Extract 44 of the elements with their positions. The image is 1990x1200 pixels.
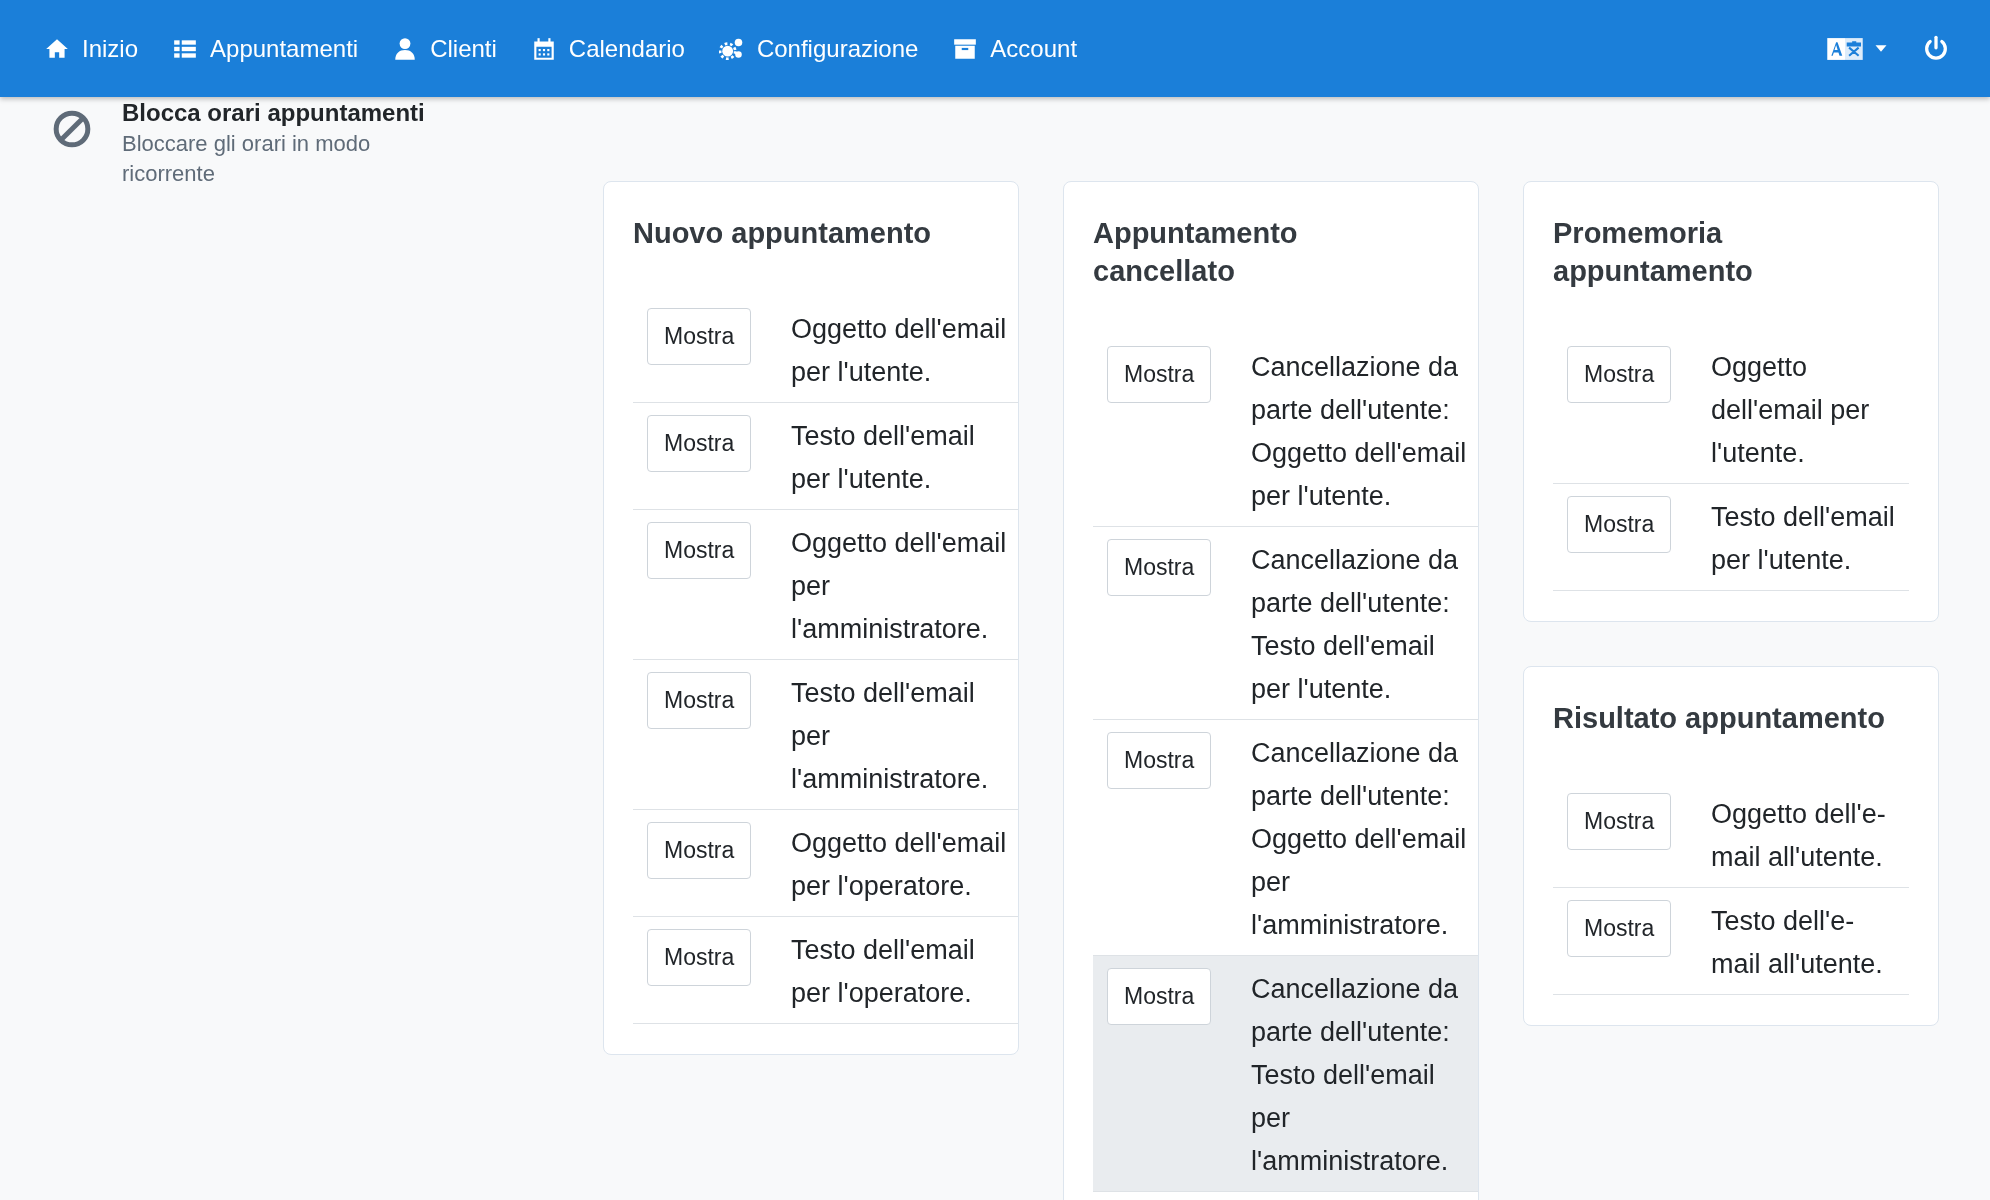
show-button[interactable]: Mostra: [1107, 732, 1212, 789]
nav-link[interactable]: Clienti: [392, 34, 497, 63]
show-button[interactable]: Mostra: [647, 822, 752, 879]
card-title: Appuntamento cancellato: [1093, 216, 1299, 289]
show-button[interactable]: Mostra: [1107, 968, 1212, 1025]
table-cell-text: Oggetto dell'email per l'amministratore.: [791, 527, 1008, 646]
table-cell-text: Cancellazione da parte dell'utente: Oggetto dell'email per l'utente.: [1251, 351, 1468, 513]
power-icon: [1922, 34, 1950, 63]
card-title: Nuovo appuntamento: [633, 216, 933, 251]
show-button[interactable]: Mostra: [1107, 539, 1212, 596]
table-cell-text: Cancellazione da parte dell'utente: Testo dell'email per l'amministratore.: [1251, 973, 1460, 1178]
show-button[interactable]: Mostra: [1107, 346, 1212, 403]
table-cell-text: Cancellazione da parte dell'utente: Testo dell'email per l'utente.: [1251, 544, 1460, 706]
table-cell-text: Testo dell'email per l'amministratore.: [791, 677, 990, 796]
show-button[interactable]: Mostra: [647, 672, 752, 729]
show-button[interactable]: Mostra: [1567, 346, 1672, 403]
logout-button[interactable]: [1922, 34, 1950, 63]
show-button[interactable]: Mostra: [647, 522, 752, 579]
card-title: Risultato appuntamento: [1553, 701, 1886, 736]
block-icon: [52, 109, 92, 149]
table-cell-text: Cancellazione da parte dell'utente: Oggetto dell'email per l'amministratore.: [1251, 737, 1468, 942]
table-cell-text: Oggetto dell'email per l'operatore.: [791, 827, 1008, 903]
table-cell-text: Testo dell'email per l'utente.: [1711, 501, 1896, 577]
show-button[interactable]: Mostra: [1567, 900, 1672, 957]
nav-link[interactable]: Account: [952, 34, 1078, 63]
table-cell-text: Oggetto dell'email per l'utente.: [791, 313, 1008, 389]
show-button[interactable]: Mostra: [647, 308, 752, 365]
nav-link[interactable]: Appuntamenti: [172, 34, 359, 63]
card-title: Promemoria appuntamento: [1553, 216, 1754, 289]
nav-link[interactable]: Inizio: [44, 34, 139, 63]
table-cell-text: Testo dell'email per l'operatore.: [791, 934, 976, 1010]
sidebar-link[interactable]: Blocca orari appuntamenti: [122, 99, 425, 127]
show-button[interactable]: Mostra: [1567, 496, 1672, 553]
table-cell-text: Oggetto dell'email per l'utente.: [1711, 351, 1871, 470]
show-button[interactable]: Mostra: [1567, 793, 1672, 850]
show-button[interactable]: Mostra: [647, 929, 752, 986]
caret-icon: [1874, 43, 1888, 54]
table-cell-text: Testo dell'email per l'utente.: [791, 420, 976, 496]
table-cell-text: Testo dell'e-mail all'utente.: [1711, 905, 1884, 981]
nav-link[interactable]: Configurazione: [718, 34, 919, 63]
table-cell-text: Oggetto dell'e-mail all'utente.: [1711, 798, 1887, 874]
sidebar-description: Bloccare gli orari in modo ricorrente: [122, 130, 372, 188]
nav-link[interactable]: Calendario: [530, 34, 685, 63]
show-button[interactable]: Mostra: [647, 415, 752, 472]
